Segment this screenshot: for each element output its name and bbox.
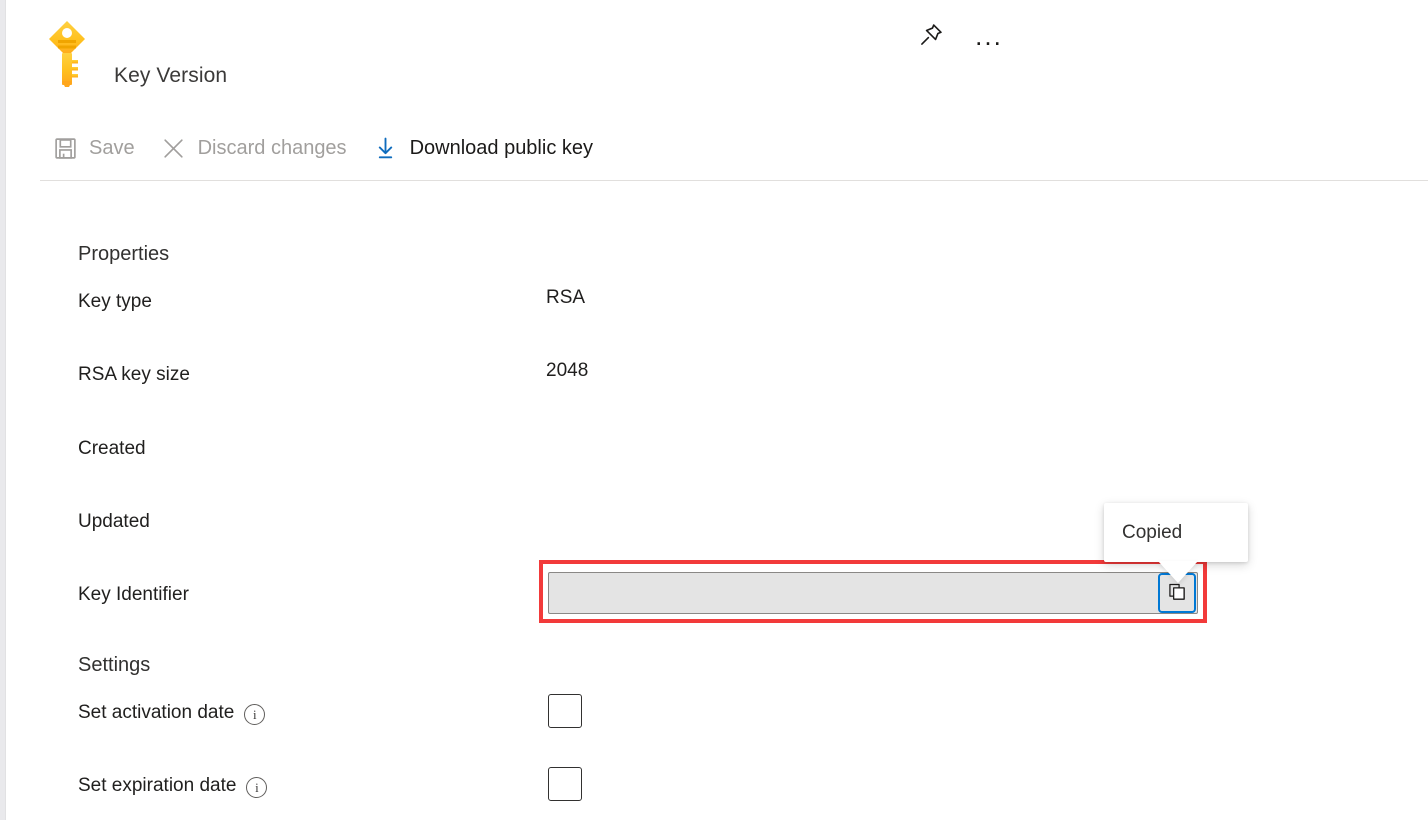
page-header: Key Version ... [40,0,1428,112]
row-label-key-type: Key type [78,291,152,313]
discard-changes-label: Discard changes [198,137,347,160]
save-icon [52,135,78,161]
row-label-rsa-key-size: RSA key size [78,364,190,386]
key-identifier-field [548,572,1198,614]
row-label-key-identifier: Key Identifier [78,584,189,606]
key-icon [44,18,90,94]
download-public-key-button[interactable]: Download public key [361,126,607,170]
save-button[interactable]: Save [40,126,149,170]
checkbox-set-activation-date[interactable] [548,694,582,728]
set-expiration-date-label: Set expiration date [78,775,236,797]
close-x-icon [161,135,187,161]
pin-icon [918,22,944,51]
row-label-created: Created [78,438,146,460]
checkbox-set-expiration-date[interactable] [548,767,582,801]
save-button-label: Save [89,137,135,160]
download-icon [373,135,399,161]
row-label-set-activation-date: Set activation date i [78,702,265,724]
tooltip-arrow [1158,561,1198,583]
discard-changes-button[interactable]: Discard changes [149,126,361,170]
key-identifier-input[interactable] [549,573,1161,613]
copy-icon [1167,582,1187,605]
pin-button[interactable] [910,15,952,57]
row-value-key-type: RSA [546,287,585,309]
row-label-set-expiration-date: Set expiration date i [78,775,267,797]
row-value-rsa-key-size: 2048 [546,360,588,382]
copied-tooltip: Copied [1104,503,1248,562]
properties-heading: Properties [78,243,169,266]
page-title: Key Version [114,64,227,88]
info-icon[interactable]: i [244,704,265,725]
header-actions: ... [910,15,1010,57]
content-area: Properties Key type RSA RSA key size 204… [0,181,1428,820]
ellipsis-icon: ... [975,31,1003,41]
row-label-updated: Updated [78,511,150,533]
settings-heading: Settings [78,654,150,677]
more-options-button[interactable]: ... [968,15,1010,57]
info-icon[interactable]: i [246,777,267,798]
copied-tooltip-label: Copied [1122,522,1182,544]
download-public-key-label: Download public key [410,137,593,160]
command-bar: Save Discard changes Download public key [40,120,607,176]
set-activation-date-label: Set activation date [78,702,234,724]
